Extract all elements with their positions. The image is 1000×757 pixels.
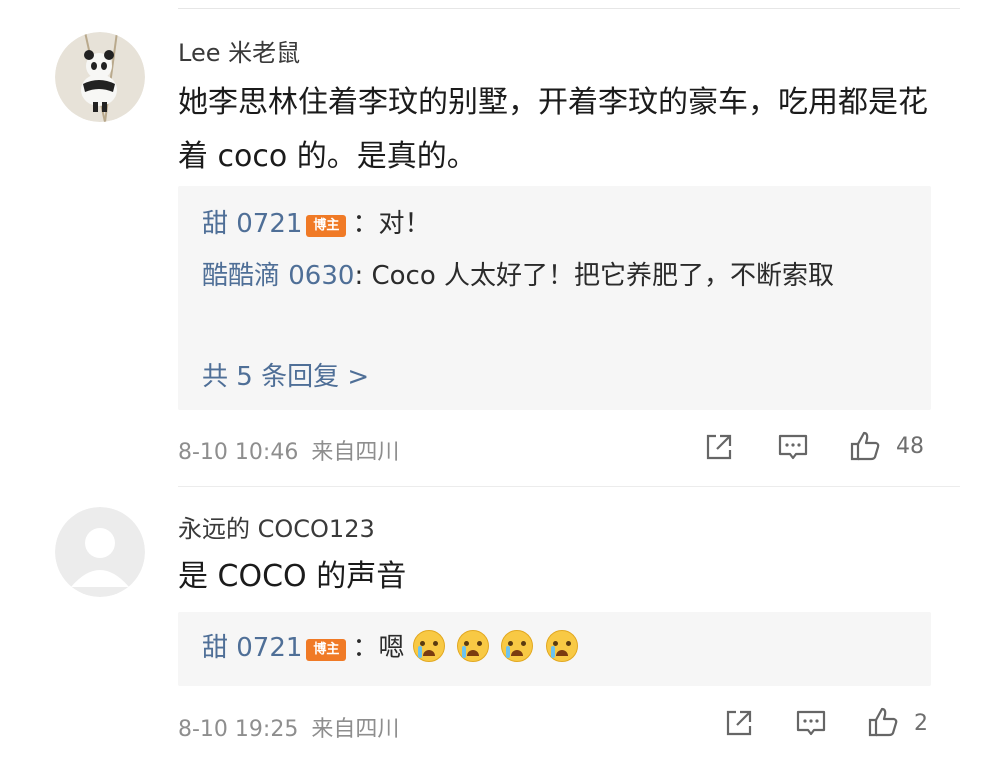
- share-icon: [726, 710, 752, 736]
- avatar[interactable]: [55, 507, 145, 597]
- comment-text: 是 COCO 的声音: [178, 559, 407, 594]
- comment-divider: [178, 486, 960, 487]
- comment-icon: [778, 434, 808, 460]
- crying-emoji-icon: [501, 630, 534, 662]
- avatar[interactable]: [55, 32, 145, 122]
- crying-emoji-icon: [412, 630, 445, 662]
- default-avatar-icon: [55, 507, 145, 597]
- reply-box: 甜 0721 博主 ：嗯: [178, 612, 931, 686]
- reply-1[interactable]: 甜 0721 博主 ：对！: [202, 200, 430, 248]
- crying-emoji-icon: [456, 630, 489, 662]
- username[interactable]: 永远的 COCO123: [178, 514, 375, 544]
- reply-2[interactable]: 酷酷滴 0630: Coco 人太好了！把它养肥了，不断索取: [202, 252, 912, 300]
- comment-meta: 8-10 10:46 来自四川: [178, 434, 399, 466]
- comment-date: 8-10 10:46: [178, 440, 299, 465]
- comment-location: 来自四川: [311, 717, 400, 742]
- reply-text: ：对！: [352, 209, 431, 239]
- share-button[interactable]: [702, 430, 736, 464]
- comment-button[interactable]: [776, 430, 810, 464]
- top-divider: [178, 8, 960, 9]
- author-badge: 博主: [306, 639, 347, 661]
- reply-author[interactable]: 甜 0721: [202, 633, 302, 663]
- reply-author[interactable]: 酷酷滴 0630: [202, 261, 354, 291]
- like-icon: [850, 431, 880, 461]
- username[interactable]: Lee 米老鼠: [178, 38, 300, 68]
- reply-box: 甜 0721 博主 ：对！ 酷酷滴 0630: Coco 人太好了！把它养肥了，不断…: [178, 186, 931, 410]
- comment-location: 来自四川: [311, 440, 400, 465]
- more-replies-link[interactable]: 共 5 条回复 >: [202, 356, 369, 393]
- comment-button[interactable]: [794, 706, 828, 740]
- reply-author[interactable]: 甜 0721: [202, 209, 302, 239]
- panda-avatar-icon: [55, 32, 145, 122]
- like-button[interactable]: [866, 705, 900, 739]
- author-badge: 博主: [306, 215, 347, 237]
- comment-meta: 8-10 19:25 来自四川: [178, 711, 399, 743]
- crying-emoji-icon: [545, 630, 578, 662]
- reply-text: : Coco 人太好了！把它养肥了，不断索取: [354, 261, 834, 291]
- share-icon: [706, 434, 732, 460]
- like-button[interactable]: [848, 429, 882, 463]
- comment-text: 她李思林住着李玟的别墅，开着李玟的豪车，吃用都是花着 coco 的。是真的。: [178, 85, 928, 174]
- share-button[interactable]: [722, 706, 756, 740]
- reply-text: ：嗯: [352, 633, 405, 663]
- reply-1[interactable]: 甜 0721 博主 ：嗯: [202, 624, 582, 672]
- comment-icon: [796, 710, 826, 736]
- like-count: 2: [914, 711, 928, 736]
- comment-date: 8-10 19:25: [178, 717, 299, 742]
- like-icon: [868, 707, 898, 737]
- like-count: 48: [896, 434, 924, 459]
